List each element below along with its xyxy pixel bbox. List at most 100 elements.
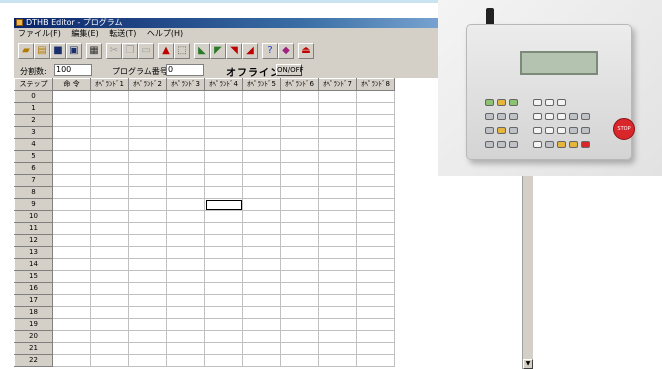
row-header[interactable]: 13 xyxy=(14,246,53,259)
grid-cell[interactable] xyxy=(318,330,357,343)
row-header[interactable]: 0 xyxy=(14,90,53,103)
grid-cell[interactable] xyxy=(166,318,205,331)
grid-cell[interactable] xyxy=(128,234,167,247)
row-header[interactable]: 5 xyxy=(14,150,53,163)
row-header[interactable]: 3 xyxy=(14,126,53,139)
grid-cell[interactable] xyxy=(204,102,243,115)
scroll-down-icon[interactable]: ▼ xyxy=(523,359,533,369)
row-header[interactable]: 2 xyxy=(14,114,53,127)
row-header[interactable]: 11 xyxy=(14,222,53,235)
grid-cell[interactable] xyxy=(204,282,243,295)
grid-cell[interactable] xyxy=(318,246,357,259)
grid-cell[interactable] xyxy=(204,330,243,343)
grid-cell[interactable] xyxy=(52,342,91,355)
grid-cell[interactable] xyxy=(318,174,357,187)
grid-cell[interactable] xyxy=(280,318,319,331)
grid-cell[interactable] xyxy=(52,174,91,187)
resolution-input[interactable]: 100 xyxy=(54,64,92,76)
row-header[interactable]: 6 xyxy=(14,162,53,175)
row-header[interactable]: 4 xyxy=(14,138,53,151)
grid-cell[interactable] xyxy=(128,306,167,319)
grid-cell[interactable] xyxy=(90,90,129,103)
grid-cell[interactable] xyxy=(128,138,167,151)
grid-cell[interactable] xyxy=(204,222,243,235)
grid-cell[interactable] xyxy=(356,282,395,295)
grid-cell[interactable] xyxy=(90,126,129,139)
grid-cell[interactable] xyxy=(280,186,319,199)
grid-cell[interactable] xyxy=(280,162,319,175)
grid-cell[interactable] xyxy=(90,282,129,295)
grid-cell[interactable] xyxy=(90,270,129,283)
grid-cell[interactable] xyxy=(318,318,357,331)
grid-cell[interactable] xyxy=(280,114,319,127)
grid-cell[interactable] xyxy=(242,174,281,187)
row-header[interactable]: 15 xyxy=(14,270,53,283)
grid-cell[interactable] xyxy=(90,354,129,367)
grid-cell[interactable] xyxy=(280,342,319,355)
column-header[interactable]: ｵﾍﾟﾗﾝﾄﾞ1 xyxy=(90,78,129,91)
grid-cell[interactable] xyxy=(318,282,357,295)
read-icon[interactable]: ◣ xyxy=(194,43,210,59)
grid-cell[interactable] xyxy=(280,138,319,151)
grid-cell[interactable] xyxy=(166,306,205,319)
grid-cell[interactable] xyxy=(318,342,357,355)
grid-cell[interactable] xyxy=(242,138,281,151)
grid-cell[interactable] xyxy=(166,330,205,343)
grid-cell[interactable] xyxy=(166,174,205,187)
grid-cell[interactable] xyxy=(318,270,357,283)
grid-cell[interactable] xyxy=(52,102,91,115)
grid-cell[interactable] xyxy=(128,150,167,163)
grid-cell[interactable] xyxy=(356,162,395,175)
print-icon[interactable]: ▦ xyxy=(86,43,102,59)
grid-cell[interactable] xyxy=(356,270,395,283)
verify-icon[interactable]: ◥ xyxy=(226,43,242,59)
grid-cell[interactable] xyxy=(90,210,129,223)
grid-cell[interactable] xyxy=(52,186,91,199)
grid-cell[interactable] xyxy=(128,282,167,295)
grid-cell[interactable] xyxy=(356,210,395,223)
grid-cell[interactable] xyxy=(90,186,129,199)
grid-cell[interactable] xyxy=(52,222,91,235)
grid-cell[interactable] xyxy=(242,210,281,223)
grid-cell[interactable] xyxy=(166,90,205,103)
grid-cell[interactable] xyxy=(52,126,91,139)
grid-cell[interactable] xyxy=(52,258,91,271)
grid-cell[interactable] xyxy=(52,270,91,283)
grid-cell[interactable] xyxy=(356,342,395,355)
grid-cell[interactable] xyxy=(204,174,243,187)
grid-cell[interactable] xyxy=(204,294,243,307)
grid-cell[interactable] xyxy=(356,174,395,187)
grid-cell[interactable] xyxy=(90,174,129,187)
row-header[interactable]: 16 xyxy=(14,282,53,295)
grid-cell[interactable] xyxy=(128,258,167,271)
grid-cell[interactable] xyxy=(52,162,91,175)
column-header[interactable]: ｵﾍﾟﾗﾝﾄﾞ8 xyxy=(356,78,395,91)
grid-cell[interactable] xyxy=(166,150,205,163)
grid-cell[interactable] xyxy=(52,138,91,151)
grid-cell[interactable] xyxy=(204,354,243,367)
grid-cell[interactable] xyxy=(242,306,281,319)
grid-cell[interactable] xyxy=(166,126,205,139)
grid-cell[interactable] xyxy=(280,234,319,247)
grid-cell[interactable] xyxy=(242,294,281,307)
compare-icon[interactable]: ◢ xyxy=(242,43,258,59)
grid-cell[interactable] xyxy=(166,282,205,295)
grid-cell[interactable] xyxy=(242,354,281,367)
grid-cell[interactable] xyxy=(318,306,357,319)
grid-cell[interactable] xyxy=(90,162,129,175)
grid-cell[interactable] xyxy=(52,234,91,247)
grid-cell[interactable] xyxy=(356,138,395,151)
grid-cell[interactable] xyxy=(166,294,205,307)
column-header[interactable]: ｵﾍﾟﾗﾝﾄﾞ7 xyxy=(318,78,357,91)
grid-cell[interactable] xyxy=(128,210,167,223)
grid-cell[interactable] xyxy=(128,342,167,355)
grid-cell[interactable] xyxy=(90,198,129,211)
grid-cell[interactable] xyxy=(242,330,281,343)
grid-cell[interactable] xyxy=(90,102,129,115)
grid-cell[interactable] xyxy=(128,162,167,175)
grid-cell[interactable] xyxy=(52,330,91,343)
cut-icon[interactable]: ✂ xyxy=(106,43,122,59)
column-header[interactable]: ステップ xyxy=(14,78,53,91)
grid-cell[interactable] xyxy=(204,210,243,223)
grid-cell[interactable] xyxy=(280,174,319,187)
